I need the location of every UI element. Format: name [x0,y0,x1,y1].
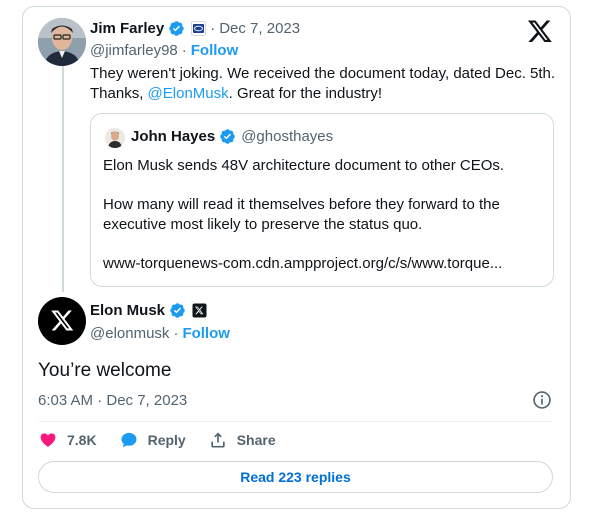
reply-tweet-text: You’re welcome [38,360,172,381]
info-icon[interactable] [532,390,552,410]
separator-dot: · [210,20,216,37]
read-replies-button[interactable]: Read 223 replies [38,461,553,493]
tweet-date[interactable]: Dec 7, 2023 [219,20,300,37]
author-name[interactable]: Jim Farley [90,20,164,37]
verified-badge-icon [169,21,184,36]
x-logo-icon [51,310,74,331]
person-photo-icon [38,18,86,66]
reply-label: Reply [147,432,186,448]
like-button[interactable]: 7.8K [38,430,97,450]
reply-tweet-subheader: @elonmusk · Follow [90,325,230,342]
quoted-tweet-header: John Hayes @ghosthayes [131,128,333,145]
reply-button[interactable]: Reply [119,430,186,450]
author-handle[interactable]: @jimfarley98 [90,42,178,59]
main-tweet-subheader: @jimfarley98 · Follow [90,42,238,59]
elon-musk-avatar[interactable] [38,297,86,345]
like-count: 7.8K [67,432,97,448]
quoted-tweet[interactable]: John Hayes @ghosthayes Elon Musk sends 4… [90,113,554,287]
x-affiliate-badge-icon[interactable] [192,303,207,318]
quoted-text-line: How many will read it themselves before … [103,196,500,233]
divider [38,421,553,422]
person-photo-icon [105,128,125,148]
main-tweet-text: They weren't joking. We received the doc… [90,64,560,104]
x-logo-icon[interactable] [527,18,553,44]
thread-connector-line [62,66,64,292]
share-label: Share [236,432,276,448]
follow-button[interactable]: Follow [182,325,230,342]
reply-author-handle[interactable]: @elonmusk [90,325,169,342]
reply-author-name[interactable]: Elon Musk [90,302,165,319]
quoted-tweet-text: Elon Musk sends 48V architecture documen… [103,156,543,274]
heart-icon [40,433,56,447]
share-upload-icon [211,432,225,448]
quoted-author-handle: @ghosthayes [241,128,334,145]
jim-farley-avatar[interactable] [38,18,86,66]
quoted-text-line: Elon Musk sends 48V architecture documen… [103,157,505,174]
action-bar: 7.8K Reply Share [38,430,298,450]
share-button[interactable]: Share [208,430,276,450]
verified-badge-icon [220,129,235,144]
ford-affiliate-badge-icon[interactable] [191,21,207,36]
quoted-author-name: John Hayes [131,128,216,145]
verified-badge-icon [170,303,185,318]
quoted-link[interactable]: www-torquenews-com.cdn.ampproject.org/c/… [103,254,543,274]
main-tweet-header: Jim Farley · Dec 7, 2023 [90,20,300,37]
john-hayes-avatar [105,128,125,148]
separator-dot: · [181,42,187,59]
separator-dot: · [173,325,179,342]
reply-bubble-icon [121,432,137,448]
reply-tweet-header: Elon Musk [90,302,207,319]
mention-link[interactable]: @ElonMusk [148,85,229,102]
tweet-text-part: . Great for the industry! [228,85,383,102]
follow-button[interactable]: Follow [191,42,239,59]
reply-timestamp[interactable]: 6:03 AM · Dec 7, 2023 [38,392,187,409]
